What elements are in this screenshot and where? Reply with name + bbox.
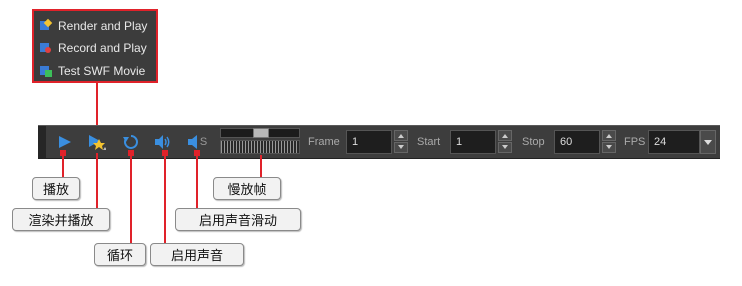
start-stepper[interactable]	[498, 130, 512, 154]
stop-label: Stop	[522, 136, 545, 148]
sound-callout-line	[164, 153, 166, 243]
chevron-down-icon	[704, 140, 712, 145]
render-play-icon	[89, 135, 106, 150]
loop-callout: 循环	[94, 243, 146, 266]
start-label: Start	[417, 136, 441, 148]
menu-item-label: Record and Play	[58, 41, 147, 55]
play-callout-line	[62, 153, 64, 177]
menu-item-test-swf-movie[interactable]: Test SWF Movie	[40, 62, 145, 80]
slow-play-callout: 慢放帧	[213, 177, 281, 200]
render-and-play-callout: 渲染并播放	[12, 208, 110, 231]
sound-scrub-label: S	[199, 136, 208, 148]
loop-callout-line	[130, 153, 132, 243]
fps-label: FPS	[624, 136, 646, 148]
enable-sound-button[interactable]	[154, 133, 172, 151]
slow-play-callout-line	[260, 155, 262, 177]
menu-connector-line	[96, 83, 98, 131]
stop-stepper[interactable]	[602, 130, 616, 154]
playback-menu: Render and Play Record and Play Test SWF…	[32, 9, 158, 83]
loop-callout-dot	[128, 150, 134, 156]
chevron-up-icon[interactable]	[498, 130, 512, 141]
fps-select[interactable]: 24	[648, 130, 700, 154]
render-play-icon	[40, 18, 53, 32]
start-field[interactable]: 1	[450, 130, 496, 154]
speaker-icon	[187, 135, 197, 149]
fps-dropdown-button[interactable]	[700, 130, 716, 154]
enable-sound-callout: 启用声音	[150, 243, 244, 266]
sound-scrubbing-button[interactable]: S	[186, 133, 208, 151]
playback-toolbar: S Frame 1 Start 1 Stop 60 FPS 24	[38, 125, 720, 159]
loop-button[interactable]	[122, 133, 140, 151]
play-icon	[59, 136, 71, 148]
chevron-up-icon[interactable]	[394, 130, 408, 141]
toolbar-grip[interactable]	[38, 126, 46, 158]
frame-label: Frame	[308, 136, 340, 148]
playback-speed-ticks	[220, 140, 300, 154]
frame-stepper[interactable]	[394, 130, 408, 154]
chevron-down-icon[interactable]	[498, 142, 512, 153]
chevron-down-icon[interactable]	[602, 142, 616, 153]
menu-item-render-and-play[interactable]: Render and Play	[40, 17, 147, 35]
render-and-play-button[interactable]	[88, 133, 106, 151]
playback-speed-knob[interactable]	[253, 128, 269, 138]
frame-field[interactable]: 1	[346, 130, 392, 154]
stop-field[interactable]: 60	[554, 130, 600, 154]
menu-item-label: Render and Play	[58, 19, 148, 33]
scrub-callout-dot	[194, 150, 200, 156]
render-callout-line	[96, 153, 98, 208]
playback-speed-slider[interactable]	[220, 128, 300, 138]
sound-callout-dot	[162, 150, 168, 156]
swf-movie-icon	[40, 65, 52, 77]
speaker-icon	[155, 135, 170, 149]
loop-icon	[123, 135, 138, 149]
enable-sound-scrubbing-callout: 启用声音滑动	[175, 208, 301, 231]
play-callout-dot	[60, 150, 66, 156]
menu-item-record-and-play[interactable]: Record and Play	[40, 39, 147, 57]
chevron-down-icon[interactable]	[394, 142, 408, 153]
chevron-up-icon[interactable]	[602, 130, 616, 141]
menu-item-label: Test SWF Movie	[58, 64, 146, 78]
record-play-icon	[40, 42, 52, 54]
play-button[interactable]	[56, 133, 74, 151]
scrub-callout-line	[196, 153, 198, 208]
play-callout: 播放	[32, 177, 80, 200]
